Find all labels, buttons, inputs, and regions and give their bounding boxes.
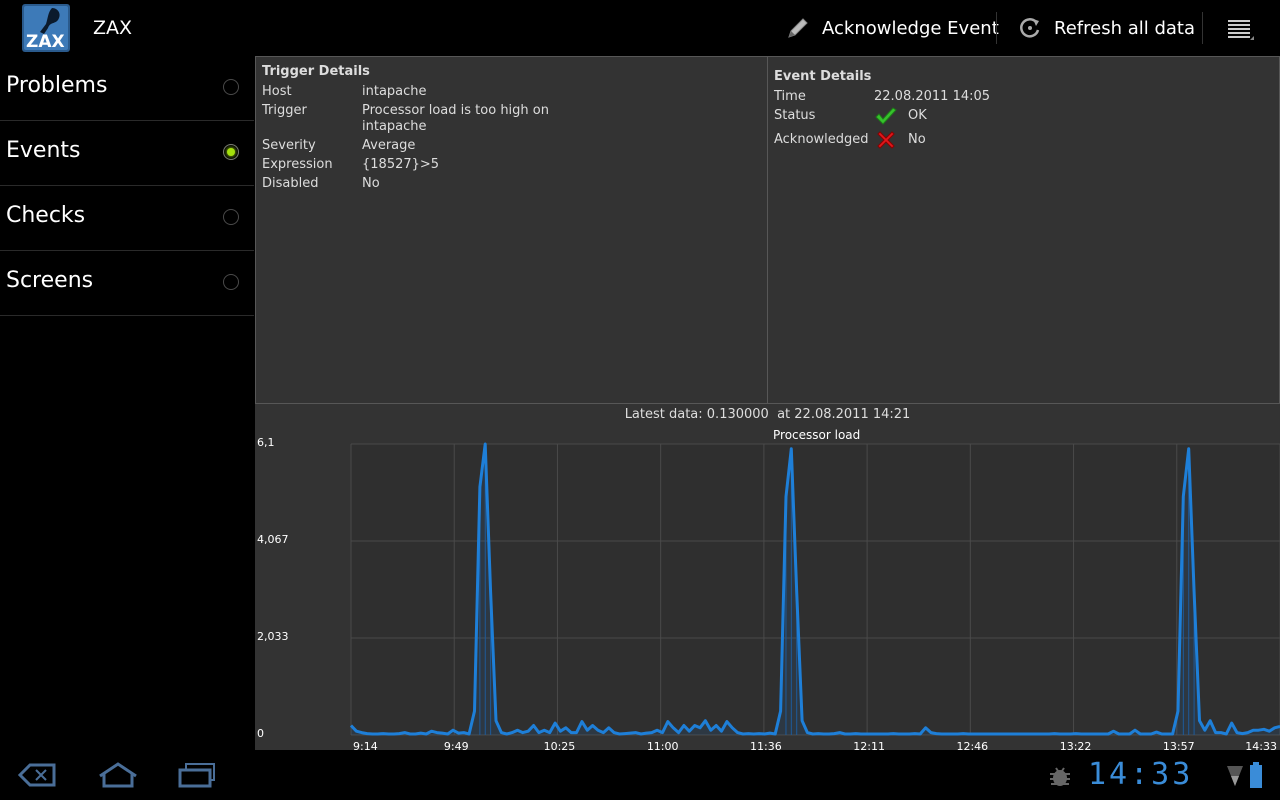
sidebar-item-label: Problems bbox=[6, 73, 108, 98]
sidebar-item-events[interactable]: Events bbox=[0, 121, 254, 186]
recent-apps-button[interactable] bbox=[176, 760, 220, 794]
action-divider bbox=[996, 12, 997, 44]
pencil-icon bbox=[788, 18, 808, 38]
y-tick-label: 6,1 bbox=[257, 436, 275, 449]
action-bar: ZAX ZAX Acknowledge Event Refresh all da… bbox=[0, 0, 1280, 56]
overflow-menu-icon[interactable] bbox=[1224, 14, 1256, 42]
refresh-all-data-label: Refresh all data bbox=[1054, 17, 1195, 39]
trigger-details-panel: Trigger Details Host intapache Trigger P… bbox=[255, 56, 768, 404]
cross-icon bbox=[875, 129, 897, 155]
back-button[interactable] bbox=[16, 760, 58, 794]
radio-indicator bbox=[223, 209, 239, 225]
trigger-value: Processor load is too high on intapache bbox=[362, 103, 549, 134]
disabled-label: Disabled bbox=[262, 176, 319, 191]
app-title: ZAX bbox=[93, 17, 133, 39]
recent-apps-icon bbox=[178, 763, 215, 788]
disabled-value: No bbox=[362, 176, 380, 191]
sidebar-item-checks[interactable]: Checks bbox=[0, 186, 254, 251]
processor-load-chart: 9:14 9:49 10:25 11:00 11:36 12:11 12:46 13:22 13… bbox=[257, 436, 1280, 751]
app-logo[interactable]: ZAX bbox=[22, 4, 70, 52]
wifi-signal-icon bbox=[1226, 764, 1244, 792]
acknowledged-value: No bbox=[908, 132, 926, 147]
event-details-heading: Event Details bbox=[774, 69, 872, 84]
severity-label: Severity bbox=[262, 138, 316, 153]
severity-value: Average bbox=[362, 138, 416, 153]
status-label: Status bbox=[774, 108, 816, 123]
debug-notification-icon[interactable] bbox=[1046, 764, 1074, 792]
refresh-all-data-button[interactable]: Refresh all data bbox=[1016, 0, 1195, 56]
back-icon bbox=[17, 763, 56, 787]
battery-icon bbox=[1250, 762, 1262, 792]
chart-panel: Latest data: 0.130000 at 22.08.2011 14:2… bbox=[255, 403, 1280, 751]
event-details-panel: Event Details Time 22.08.2011 14:05 Stat… bbox=[767, 56, 1280, 404]
acknowledge-event-label: Acknowledge Event bbox=[822, 17, 999, 39]
status-value: OK bbox=[908, 108, 927, 123]
y-tick-label: 0 bbox=[257, 727, 264, 740]
expression-value: {18527}>5 bbox=[362, 157, 440, 172]
sidebar-item-label: Screens bbox=[6, 268, 94, 293]
y-tick-label: 4,067 bbox=[257, 533, 289, 546]
expression-label: Expression bbox=[262, 157, 333, 172]
radio-indicator bbox=[223, 79, 239, 95]
sidebar-item-label: Checks bbox=[6, 203, 86, 228]
trigger-label: Trigger bbox=[262, 103, 307, 118]
host-label: Host bbox=[262, 84, 292, 99]
radio-indicator bbox=[223, 274, 239, 290]
acknowledge-event-button[interactable]: Acknowledge Event bbox=[784, 0, 999, 56]
sidebar-item-problems[interactable]: Problems bbox=[0, 56, 254, 121]
sidebar-item-screens[interactable]: Screens bbox=[0, 251, 254, 316]
sidebar-item-label: Events bbox=[6, 138, 81, 163]
logo-text: ZAX bbox=[26, 32, 65, 52]
radio-indicator-selected bbox=[223, 144, 239, 160]
sidebar: Problems Events Checks Screens bbox=[0, 56, 254, 750]
action-divider bbox=[1202, 12, 1203, 44]
home-icon bbox=[99, 762, 137, 788]
y-tick-label: 2,033 bbox=[257, 630, 289, 643]
acknowledged-label: Acknowledged bbox=[774, 132, 869, 147]
time-value: 22.08.2011 14:05 bbox=[874, 89, 991, 104]
main-content: Trigger Details Host intapache Trigger P… bbox=[254, 56, 1280, 751]
refresh-icon bbox=[1020, 18, 1040, 38]
time-label: Time bbox=[774, 89, 806, 104]
host-value: intapache bbox=[362, 84, 427, 99]
check-icon bbox=[874, 107, 898, 131]
home-button[interactable] bbox=[96, 760, 140, 794]
status-clock: 14:33 bbox=[1088, 757, 1194, 792]
trigger-details-heading: Trigger Details bbox=[262, 64, 370, 79]
